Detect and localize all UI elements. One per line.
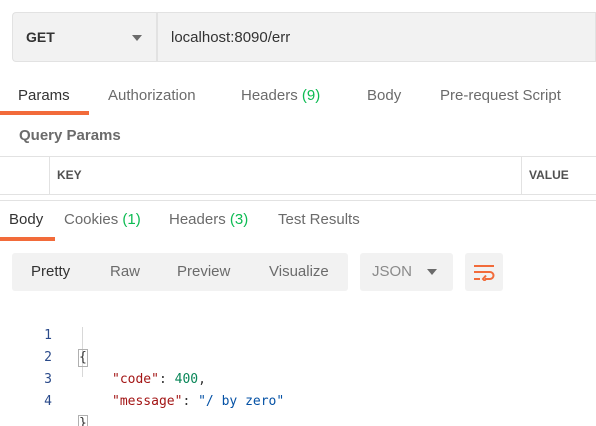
params-table: KEY VALUE [0, 156, 596, 195]
raw-button[interactable]: Raw [110, 253, 140, 291]
response-tab-test-results[interactable]: Test Results [278, 211, 360, 228]
tab-label: Body [367, 87, 402, 104]
code-line: 1 { [0, 303, 596, 367]
code-line: 3 "message": "/ by zero" [0, 347, 596, 409]
chevron-down-icon [427, 269, 437, 275]
tab-headers[interactable]: Headers (9) [241, 78, 320, 116]
tab-count: (3) [229, 211, 249, 228]
json-separator: : [182, 394, 199, 409]
response-tab-cookies[interactable]: Cookies (1) [64, 211, 141, 228]
column-divider [49, 157, 50, 195]
preview-button[interactable]: Preview [177, 253, 230, 291]
code-text: "message": "/ by zero" [112, 391, 284, 413]
method-select[interactable]: GET [12, 12, 156, 62]
column-divider [521, 157, 522, 195]
tab-label: Pre-request Script [440, 87, 561, 104]
url-input[interactable]: localhost:8090/err [157, 12, 596, 62]
active-tab-indicator [0, 111, 89, 115]
request-bar: GET localhost:8090/err [12, 12, 596, 62]
tab-count: (9) [301, 87, 321, 104]
tab-label: Params [18, 87, 70, 104]
method-label: GET [26, 29, 55, 45]
code-line: 4 } [0, 369, 596, 426]
close-brace: } [78, 415, 88, 426]
tab-label: Authorization [108, 87, 196, 104]
format-select[interactable]: JSON [360, 253, 453, 291]
json-key: "message" [112, 394, 183, 409]
json-string: "/ by zero" [198, 394, 285, 409]
pretty-button[interactable]: Pretty [31, 253, 70, 291]
column-header-value: VALUE [529, 168, 569, 182]
query-params-title: Query Params [19, 127, 121, 144]
tab-pre-request-script[interactable]: Pre-request Script [440, 78, 561, 116]
code-text: } [78, 413, 88, 426]
code-line: 2 "code": 400, [0, 325, 596, 387]
visualize-button[interactable]: Visualize [269, 253, 329, 291]
wrap-lines-icon [474, 265, 495, 281]
tab-authorization[interactable]: Authorization [108, 78, 196, 116]
chevron-down-icon [132, 35, 142, 41]
tab-count: (1) [122, 211, 141, 228]
view-mode-group: Pretty Raw Preview Visualize [12, 253, 348, 291]
tab-label: Headers [169, 211, 230, 228]
tab-body[interactable]: Body [367, 78, 401, 116]
tab-label: Test Results [278, 211, 360, 228]
request-tabs: Params Authorization Headers (9) Body Pr… [0, 78, 596, 116]
response-tab-body[interactable]: Body [9, 211, 43, 228]
tab-label: Headers [241, 87, 302, 104]
tab-label: Cookies [64, 211, 123, 228]
wrap-lines-button[interactable] [465, 253, 503, 291]
response-tabs: Body Cookies (1) Headers (3) Test Result… [0, 200, 596, 240]
format-label: JSON [372, 263, 413, 280]
response-tab-headers[interactable]: Headers (3) [169, 211, 248, 228]
tab-label: Body [9, 211, 44, 228]
column-header-key: KEY [57, 168, 82, 182]
active-response-tab-indicator [0, 237, 55, 241]
line-number: 4 [44, 394, 52, 409]
